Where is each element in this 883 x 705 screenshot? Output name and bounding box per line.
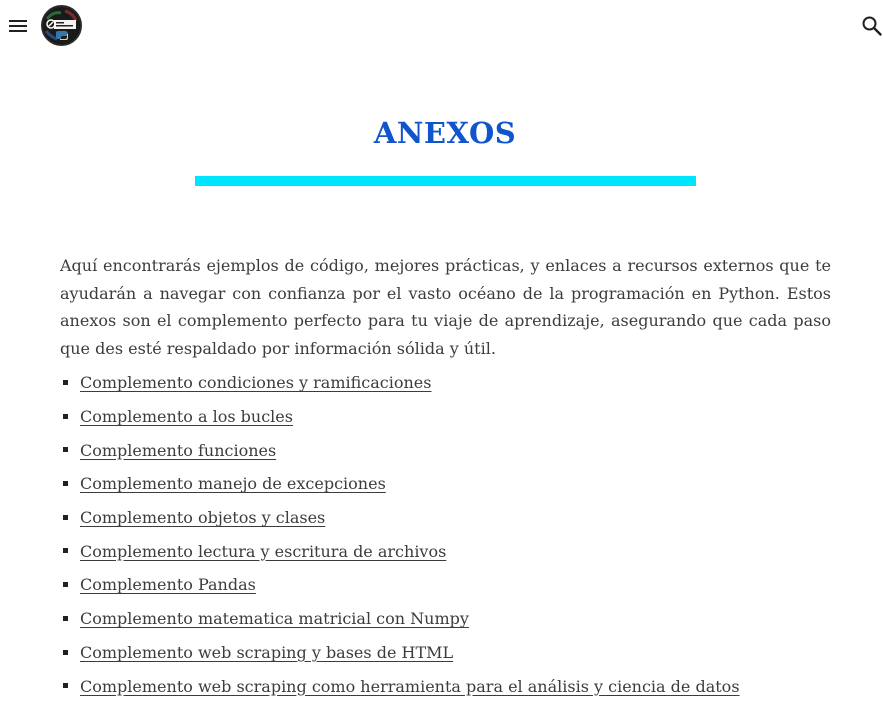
square-bullet-icon bbox=[63, 615, 68, 621]
link-web-scraping-html[interactable]: Complemento web scraping y bases de HTML bbox=[80, 643, 453, 662]
square-bullet-icon bbox=[63, 582, 68, 588]
list-item: Complemento objetos y clases bbox=[60, 501, 850, 535]
site-logo-graphic bbox=[43, 7, 80, 44]
list-item: Complemento manejo de excepciones bbox=[60, 467, 850, 501]
hamburger-menu-icon bbox=[9, 20, 27, 32]
link-numpy[interactable]: Complemento matematica matricial con Num… bbox=[80, 609, 469, 628]
list-item: Complemento web scraping como herramient… bbox=[60, 669, 850, 703]
square-bullet-icon bbox=[63, 481, 68, 487]
link-bucles[interactable]: Complemento a los bucles bbox=[80, 407, 293, 426]
list-item: Complemento web scraping y bases de HTML bbox=[60, 636, 850, 670]
square-bullet-icon bbox=[63, 514, 68, 520]
square-bullet-icon bbox=[63, 380, 68, 385]
link-condiciones[interactable]: Complemento condiciones y ramificaciones bbox=[80, 373, 431, 392]
link-pandas[interactable]: Complemento Pandas bbox=[80, 575, 256, 594]
list-item: Complemento matematica matricial con Num… bbox=[60, 602, 850, 636]
square-bullet-icon bbox=[63, 683, 68, 689]
list-item: Complemento lectura y escritura de archi… bbox=[60, 534, 850, 568]
square-bullet-icon bbox=[63, 447, 68, 453]
list-item: Complemento condiciones y ramificaciones bbox=[60, 366, 850, 400]
list-item: Complemento Pandas bbox=[60, 568, 850, 602]
link-archivos[interactable]: Complemento lectura y escritura de archi… bbox=[80, 542, 446, 561]
top-bar bbox=[0, 0, 883, 52]
square-bullet-icon bbox=[63, 413, 68, 419]
menu-icon[interactable] bbox=[6, 14, 30, 38]
search-icon bbox=[862, 16, 882, 36]
link-funciones[interactable]: Complemento funciones bbox=[80, 441, 276, 460]
list-item: Complemento a los bucles bbox=[60, 400, 850, 434]
list-item: Complemento funciones bbox=[60, 433, 850, 467]
link-excepciones[interactable]: Complemento manejo de excepciones bbox=[80, 474, 386, 493]
annex-link-list: Complemento condiciones y ramificaciones… bbox=[60, 366, 850, 703]
square-bullet-icon bbox=[63, 649, 68, 655]
square-bullet-icon bbox=[63, 548, 68, 554]
link-web-scraping-ciencia-datos[interactable]: Complemento web scraping como herramient… bbox=[80, 677, 740, 696]
site-logo[interactable] bbox=[41, 5, 82, 46]
link-objetos-clases[interactable]: Complemento objetos y clases bbox=[80, 508, 325, 527]
search-button[interactable] bbox=[860, 14, 883, 38]
page-title: ANEXOS bbox=[373, 116, 517, 150]
intro-paragraph: Aquí encontrarás ejemplos de código, mej… bbox=[60, 256, 831, 359]
title-divider bbox=[195, 176, 696, 186]
